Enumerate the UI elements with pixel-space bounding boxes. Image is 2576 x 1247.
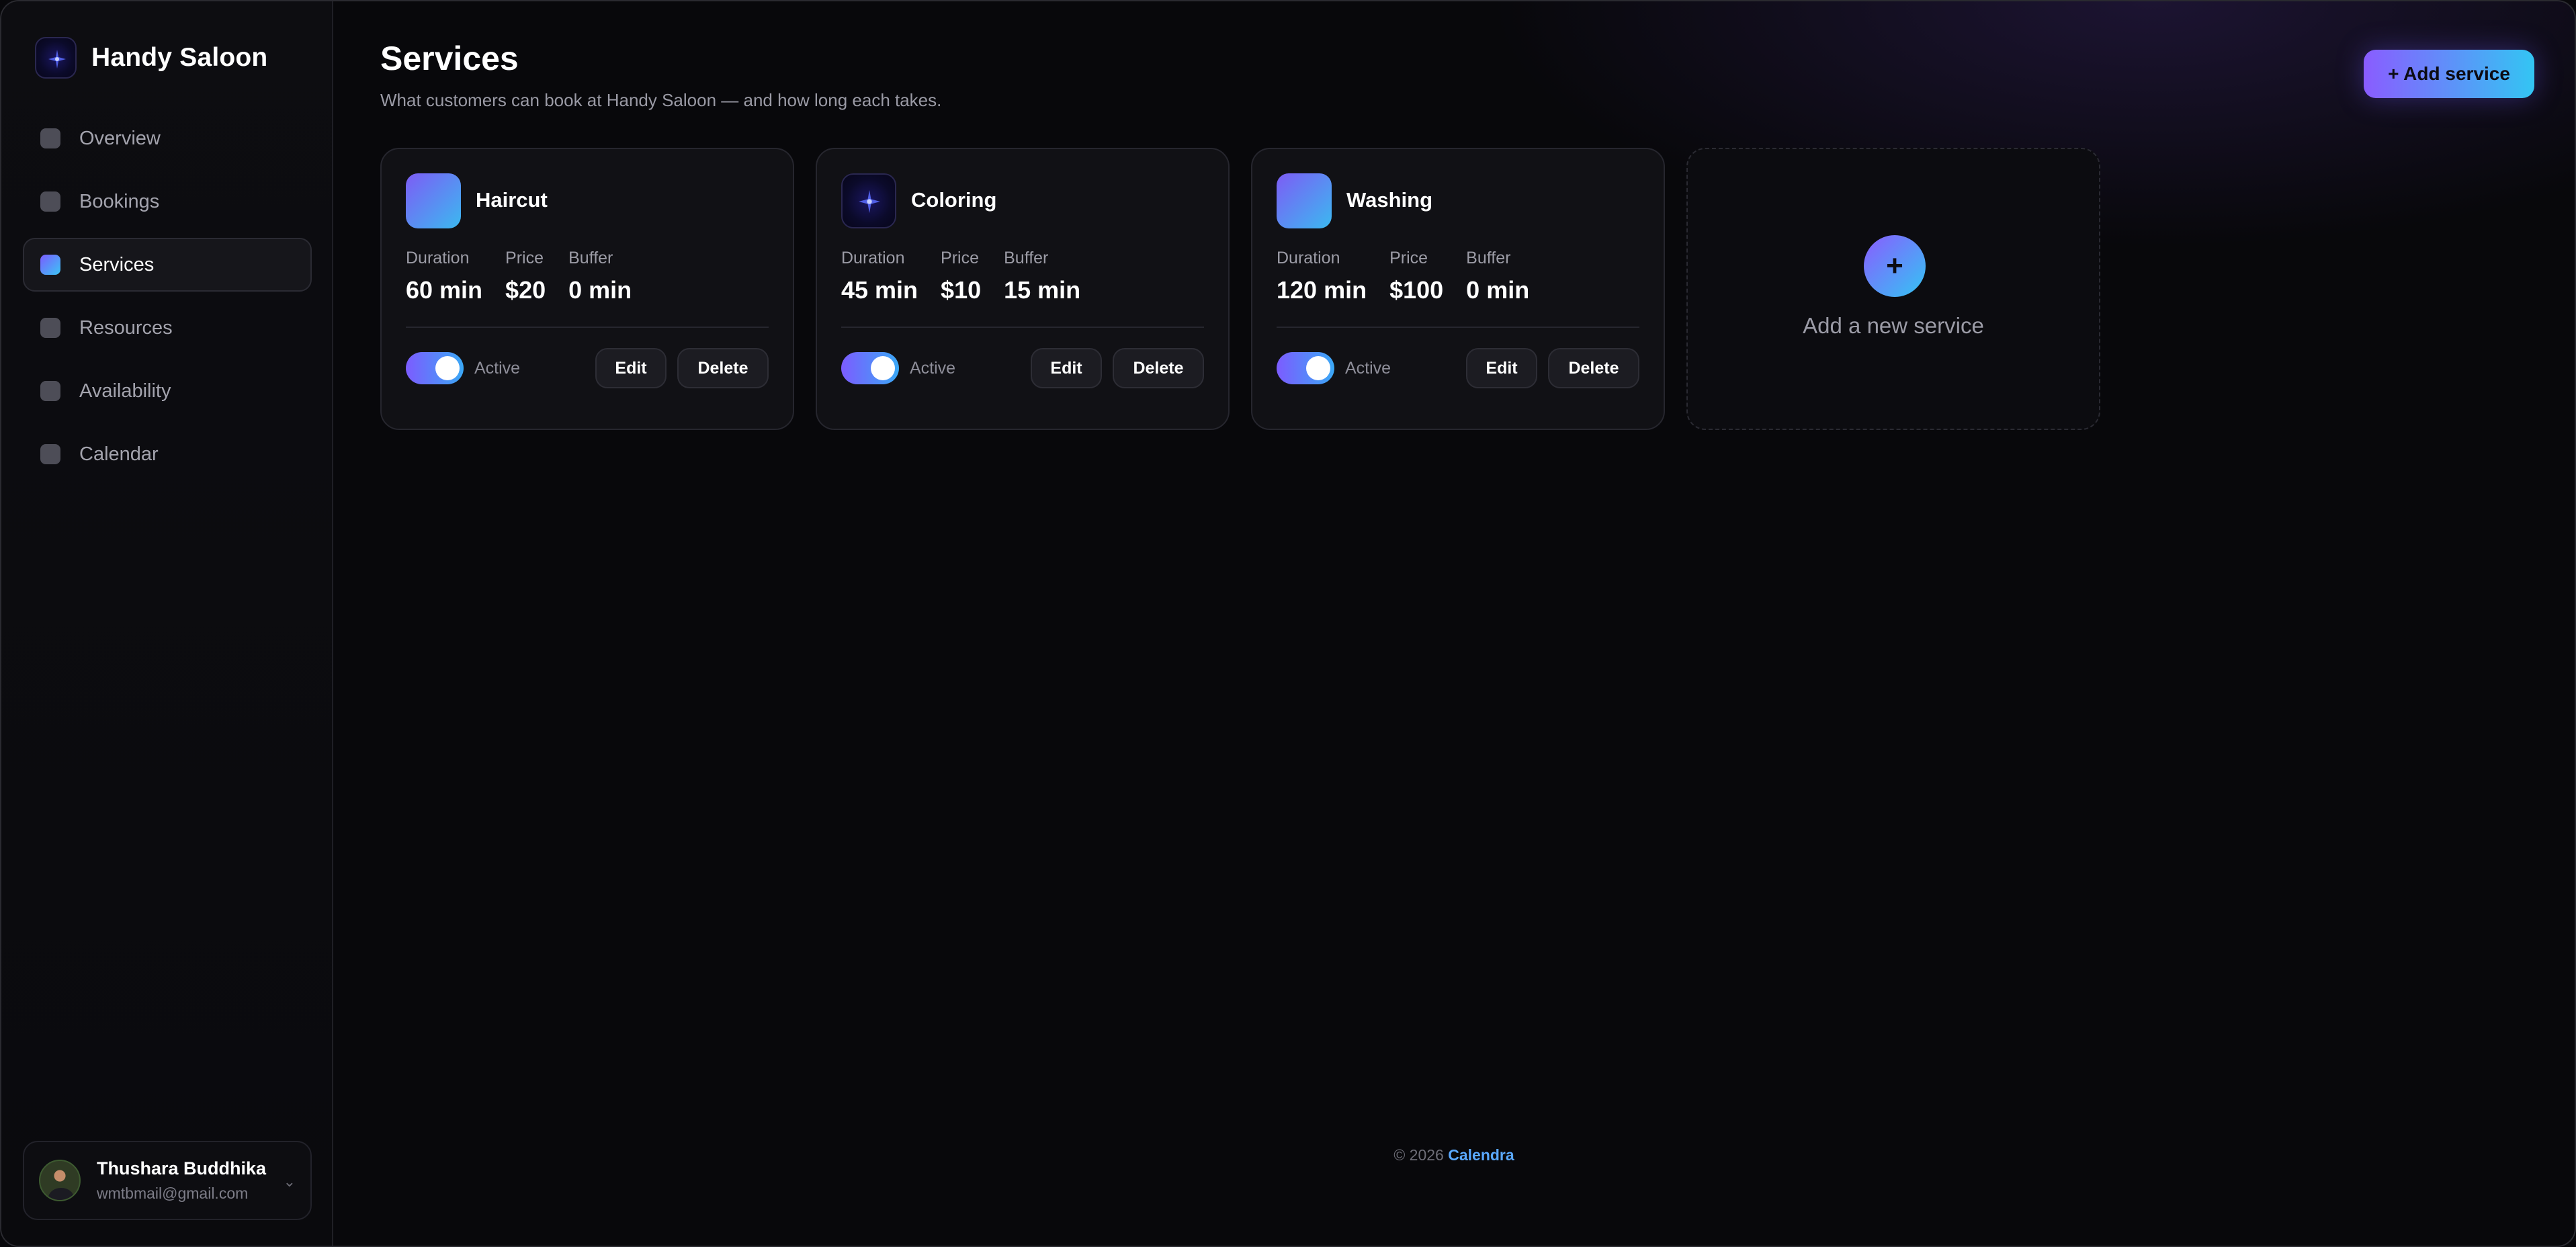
edit-button[interactable]: Edit [1466, 348, 1537, 388]
service-name: Washing [1346, 188, 1433, 212]
buffer-stat: Buffer 0 min [568, 249, 632, 304]
divider [1277, 327, 1639, 328]
active-toggle[interactable] [406, 352, 464, 384]
user-name: Thushara Buddhika [97, 1158, 267, 1178]
price-value: $20 [505, 276, 546, 304]
sidebar: Handy Saloon Overview Bookings Services … [1, 1, 333, 1246]
active-toggle[interactable] [1277, 352, 1334, 384]
add-new-service-card[interactable]: + Add a new service [1686, 148, 2100, 430]
sidebar-item-availability[interactable]: Availability [23, 364, 312, 418]
brand[interactable]: Handy Saloon [35, 36, 267, 79]
main-content: Services What customers can book at Hand… [333, 1, 2575, 1246]
sparkle-icon [841, 173, 896, 228]
sidebar-item-overview[interactable]: Overview [23, 112, 312, 165]
edit-button[interactable]: Edit [595, 348, 667, 388]
services-icon [40, 255, 60, 275]
price-stat: Price $100 [1389, 249, 1443, 304]
sidebar-item-label: Bookings [79, 190, 160, 212]
sidebar-item-label: Resources [79, 316, 173, 339]
buffer-value: 15 min [1004, 276, 1081, 304]
sidebar-item-label: Availability [79, 380, 171, 402]
buffer-label: Buffer [1004, 249, 1049, 267]
buffer-stat: Buffer 0 min [1466, 249, 1529, 304]
service-card-washing: Washing Duration 120 min Price $100 Buff… [1251, 148, 1665, 430]
user-info: Thushara Buddhika wmtbmail@gmail.com [97, 1158, 266, 1203]
sidebar-item-label: Overview [79, 127, 161, 149]
sidebar-item-resources[interactable]: Resources [23, 301, 312, 355]
service-name: Coloring [911, 188, 997, 212]
user-email: wmtbmail@gmail.com [97, 1185, 249, 1202]
active-toggle[interactable] [841, 352, 899, 384]
divider [406, 327, 769, 328]
price-value: $100 [1389, 276, 1444, 304]
calendar-icon [40, 444, 60, 464]
sidebar-item-bookings[interactable]: Bookings [23, 175, 312, 228]
plus-icon: + [1864, 235, 1926, 297]
toggle-knob [871, 356, 895, 380]
sidebar-item-label: Services [79, 253, 155, 275]
user-menu[interactable]: Thushara Buddhika wmtbmail@gmail.com ⌄ [23, 1141, 312, 1220]
sidebar-item-label: Calendar [79, 443, 159, 465]
brand-name: Handy Saloon [91, 43, 268, 72]
status-label: Active [1345, 359, 1391, 378]
divider [841, 327, 1204, 328]
edit-button[interactable]: Edit [1031, 348, 1102, 388]
price-label: Price [941, 249, 980, 267]
price-stat: Price $20 [505, 249, 546, 304]
service-icon [406, 173, 461, 228]
duration-label: Duration [841, 249, 905, 267]
add-new-service-label: Add a new service [1803, 313, 1984, 338]
duration-label: Duration [406, 249, 470, 267]
duration-label: Duration [1277, 249, 1340, 267]
delete-button[interactable]: Delete [677, 348, 769, 388]
footer: © 2026 Calendra [333, 1146, 2575, 1164]
duration-stat: Duration 120 min [1277, 249, 1367, 304]
buffer-value: 0 min [568, 276, 632, 304]
sidebar-item-calendar[interactable]: Calendar [23, 427, 312, 481]
duration-stat: Duration 45 min [841, 249, 918, 304]
price-value: $10 [941, 276, 982, 304]
availability-icon [40, 381, 60, 401]
service-card-coloring: Coloring Duration 45 min Price $10 Buffe… [816, 148, 1230, 430]
service-name: Haircut [476, 188, 548, 212]
services-grid: Haircut Duration 60 min Price $20 Buffer… [380, 148, 2100, 430]
price-label: Price [505, 249, 544, 267]
resources-icon [40, 318, 60, 338]
sparkle-logo-icon [35, 37, 77, 79]
duration-value: 45 min [841, 276, 918, 304]
footer-link[interactable]: Calendra [1448, 1146, 1514, 1164]
service-stats: Duration 120 min Price $100 Buffer 0 min [1277, 249, 1552, 304]
duration-value: 120 min [1277, 276, 1367, 304]
app-window: Handy Saloon Overview Bookings Services … [0, 0, 2576, 1247]
service-icon [1277, 173, 1332, 228]
bookings-icon [40, 191, 60, 212]
price-stat: Price $10 [941, 249, 981, 304]
avatar [39, 1160, 81, 1201]
buffer-stat: Buffer 15 min [1004, 249, 1080, 304]
toggle-knob [1306, 356, 1330, 380]
toggle-knob [435, 356, 460, 380]
duration-stat: Duration 60 min [406, 249, 482, 304]
add-service-button[interactable]: + Add service [2364, 50, 2534, 98]
status-label: Active [474, 359, 521, 378]
buffer-label: Buffer [568, 249, 613, 267]
page-subtitle: What customers can book at Handy Saloon … [380, 90, 942, 110]
delete-button[interactable]: Delete [1113, 348, 1204, 388]
buffer-label: Buffer [1466, 249, 1511, 267]
delete-button[interactable]: Delete [1548, 348, 1639, 388]
copyright-text: © 2026 [1393, 1146, 1444, 1164]
sidebar-nav: Overview Bookings Services Resources Ava… [23, 112, 312, 490]
status-label: Active [910, 359, 956, 378]
service-stats: Duration 60 min Price $20 Buffer 0 min [406, 249, 654, 304]
chevron-down-icon[interactable]: ⌄ [284, 1173, 296, 1191]
price-label: Price [1389, 249, 1428, 267]
duration-value: 60 min [406, 276, 483, 304]
sidebar-item-services[interactable]: Services [23, 238, 312, 292]
page-title: Services [380, 40, 519, 77]
buffer-value: 0 min [1466, 276, 1530, 304]
service-stats: Duration 45 min Price $10 Buffer 15 min [841, 249, 1103, 304]
service-card-haircut: Haircut Duration 60 min Price $20 Buffer… [380, 148, 794, 430]
overview-icon [40, 128, 60, 148]
